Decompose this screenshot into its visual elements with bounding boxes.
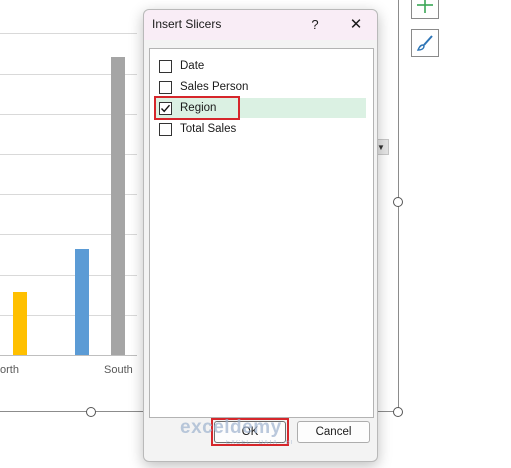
gridline (0, 33, 137, 34)
watermark-logo: exceldemy (180, 417, 282, 438)
field-label: Date (180, 60, 205, 72)
chart-elements-button[interactable] (411, 0, 439, 19)
category-label: South (104, 364, 133, 376)
close-button[interactable]: ✕ (343, 13, 369, 37)
field-list: Date Sales Person Region Total Sales (149, 48, 374, 418)
resize-handle[interactable] (86, 407, 96, 417)
field-item-sales-person[interactable]: Sales Person (154, 77, 366, 97)
watermark-tagline: EXCEL · DATA · BI (226, 440, 294, 446)
chart-bar[interactable] (75, 249, 89, 355)
insert-slicers-dialog: Insert Slicers ? ✕ Date Sales Person Reg… (143, 9, 378, 462)
x-axis-line (0, 355, 137, 356)
cancel-button[interactable]: Cancel (297, 421, 370, 443)
chart-bar[interactable] (13, 292, 27, 355)
chart-bar[interactable] (111, 57, 125, 355)
checkbox-sales-person[interactable] (159, 80, 172, 94)
field-label: Sales Person (180, 81, 249, 93)
close-icon: ✕ (349, 16, 363, 33)
excel-workspace: orth South ▼ Insert Slicers ? ✕ Date Sal… (0, 0, 511, 468)
category-label: orth (0, 364, 19, 376)
checkbox-total-sales[interactable] (159, 122, 172, 136)
resize-handle[interactable] (393, 197, 403, 207)
dialog-title-bar[interactable]: Insert Slicers ? ✕ (144, 10, 377, 40)
resize-handle[interactable] (393, 407, 403, 417)
region-highlight-box (154, 96, 240, 120)
field-item-date[interactable]: Date (154, 56, 366, 76)
dialog-title: Insert Slicers (152, 17, 222, 31)
plus-icon (417, 0, 433, 13)
checkbox-date[interactable] (159, 59, 172, 73)
field-item-total-sales[interactable]: Total Sales (154, 119, 366, 139)
brush-icon (416, 35, 433, 51)
field-label: Total Sales (180, 123, 237, 135)
chart-styles-button[interactable] (411, 29, 439, 57)
help-button[interactable]: ? (303, 13, 327, 37)
